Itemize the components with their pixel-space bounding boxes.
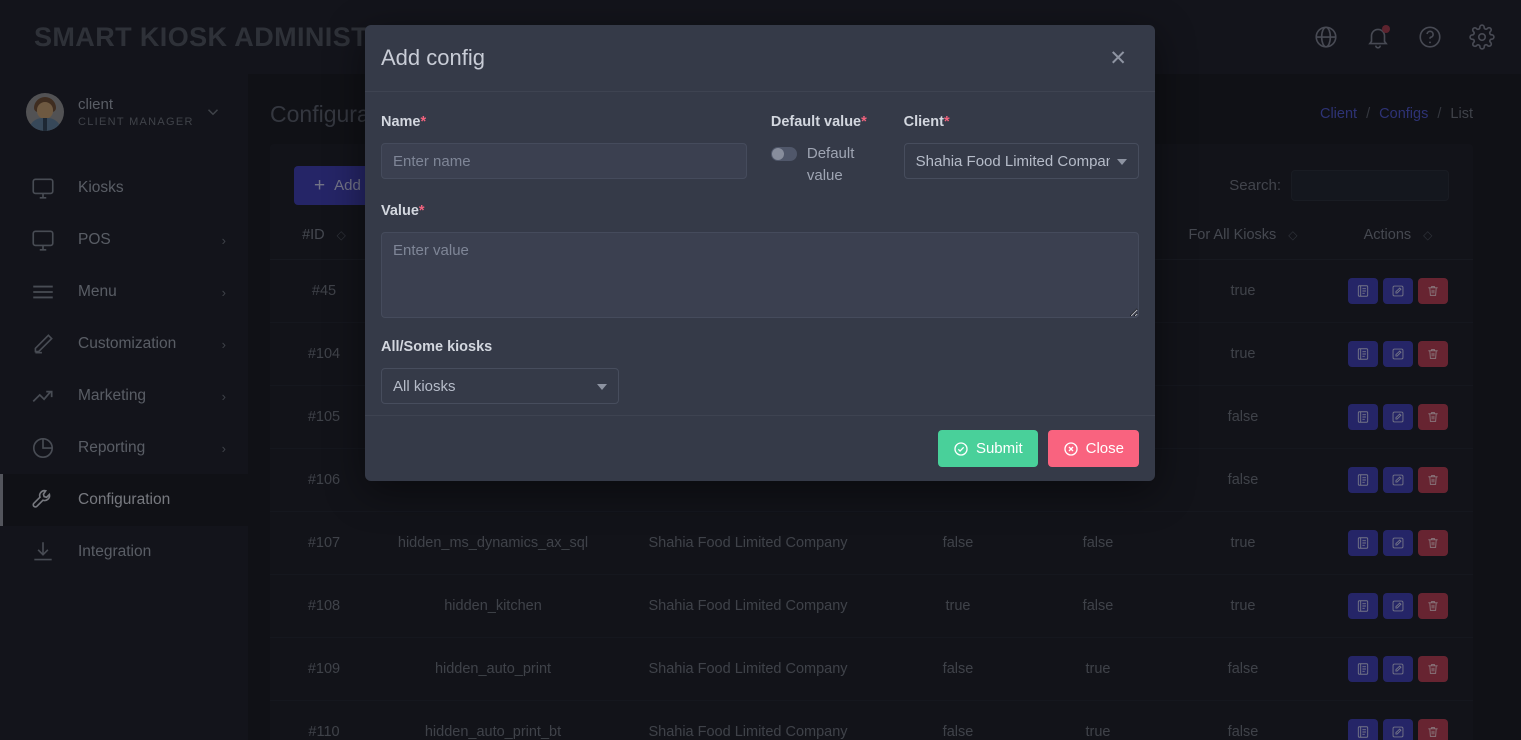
submit-button[interactable]: Submit (937, 430, 1038, 467)
name-label-text: Name (381, 114, 421, 130)
default-value-label: Default value* (771, 114, 880, 130)
required-marker: * (943, 114, 950, 130)
default-value-field-group: Default value* Default value (770, 114, 880, 187)
default-value-label-text: Default value (770, 114, 862, 130)
x-circle-icon (1063, 441, 1079, 457)
modal-row-top: Name* Default value* Default value Clien… (381, 114, 1139, 187)
kiosks-select[interactable]: All kiosks (381, 368, 619, 404)
client-select-wrapper: Shahia Food Limited Company (903, 143, 1139, 179)
check-circle-icon (953, 441, 969, 457)
name-field-group: Name* (381, 114, 747, 187)
required-marker: * (418, 203, 425, 219)
name-input[interactable] (381, 143, 747, 179)
value-label-text: Value (381, 203, 419, 219)
modal-title: Add config (381, 45, 485, 70)
default-value-toggle-row: Default value (770, 143, 880, 187)
client-select[interactable]: Shahia Food Limited Company (903, 143, 1139, 179)
modal-body: Name* Default value* Default value Clien… (365, 92, 1155, 415)
name-label: Name* (381, 114, 747, 130)
close-button-label: Close (1085, 440, 1124, 457)
kiosks-select-wrapper: All kiosks (381, 368, 619, 404)
modal-header: Add config ✕ (365, 25, 1155, 92)
submit-button-label: Submit (975, 440, 1023, 457)
client-field-group: Client* Shahia Food Limited Company (903, 114, 1139, 187)
kiosks-field-group: All/Some kiosks All kiosks (381, 339, 1139, 404)
value-field-group: Value* (381, 203, 1139, 323)
required-marker: * (861, 114, 867, 130)
client-label: Client* (904, 114, 1139, 130)
kiosks-label: All/Some kiosks (381, 339, 493, 355)
close-icon[interactable]: ✕ (1103, 44, 1133, 73)
value-label: Value* (381, 203, 1139, 219)
app-root: SMART KIOSK ADMINISTRATION client CLIENT… (0, 0, 1521, 740)
default-value-toggle-label: Default value (806, 145, 855, 184)
client-label-text: Client (903, 114, 944, 130)
default-value-toggle[interactable] (770, 147, 797, 161)
required-marker: * (420, 114, 427, 130)
add-config-modal: Add config ✕ Name* Default value* Defaul… (365, 25, 1155, 481)
value-textarea[interactable] (381, 232, 1139, 318)
modal-footer: Submit Close (365, 415, 1155, 481)
close-button[interactable]: Close (1047, 430, 1139, 467)
